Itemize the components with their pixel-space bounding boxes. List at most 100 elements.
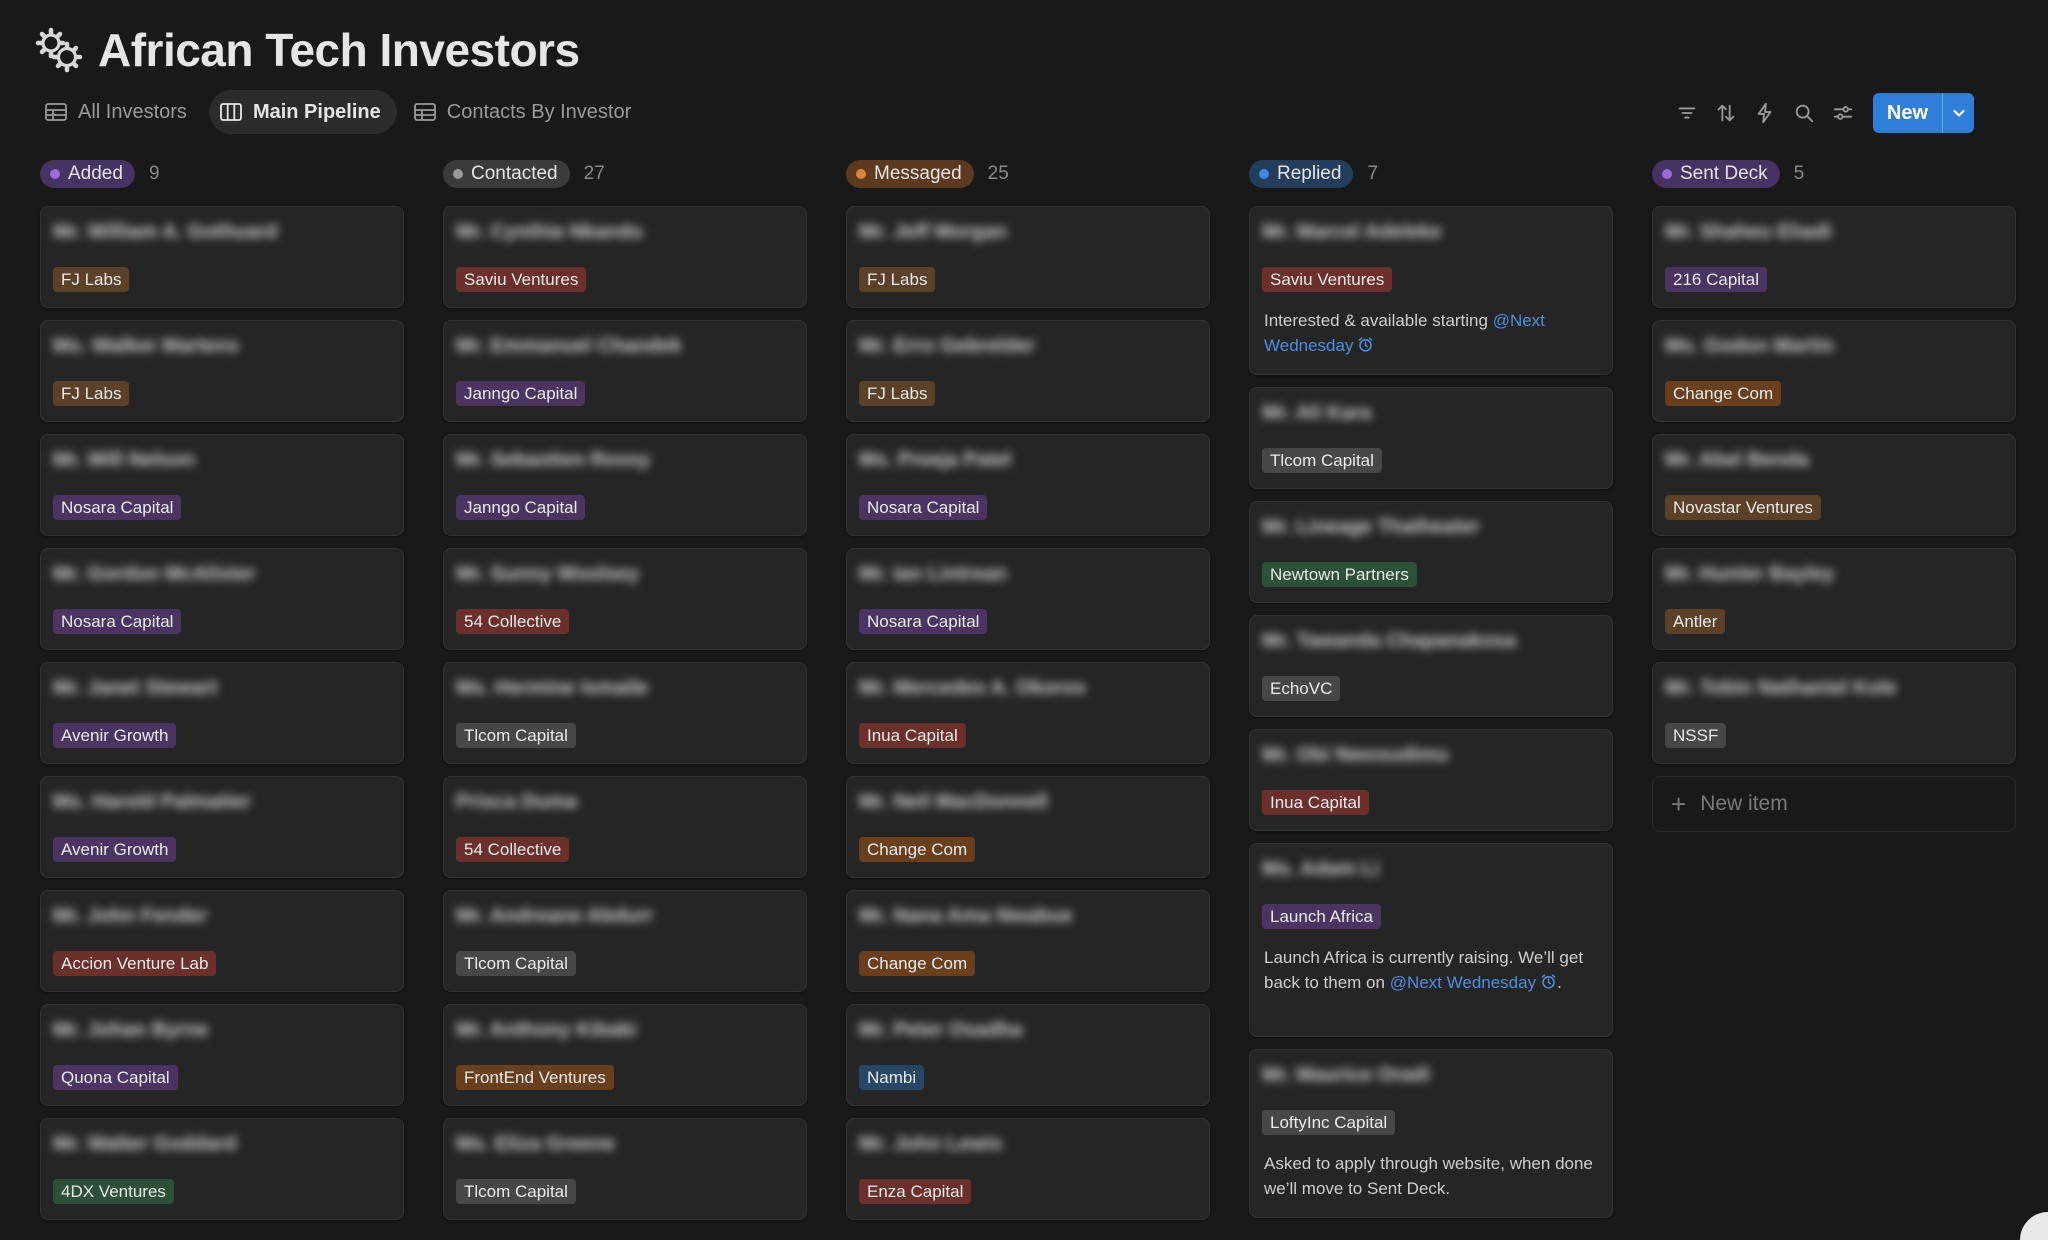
tab-all-investors[interactable]: All Investors [34,90,203,134]
automation-button[interactable] [1749,97,1781,129]
investor-tag: Change Com [1665,381,1782,406]
gears-icon [35,27,83,73]
investor-tag: EchoVC [1262,676,1341,701]
card-title: Mr. Janet Stewart [53,677,218,699]
kanban-card[interactable]: Mr. Mercedes A. Okoros Inua Capital [846,662,1210,764]
search-button[interactable] [1788,97,1820,129]
kanban-card[interactable]: Mr. Johan Byrne Quona Capital [40,1004,404,1106]
investor-tag: FJ Labs [53,381,130,406]
kanban-card[interactable]: Mr. Erro Gebrelder FJ Labs [846,320,1210,422]
chevron-down-icon [1952,109,1965,117]
plus-icon: + [1671,788,1687,819]
kanban-board: Added 9 Mr. William A. Gothuard FJ Labs Ms. … [40,158,2048,1240]
investor-tag: Nosara Capital [53,609,182,634]
kanban-card[interactable]: Ms. Adam Li Launch Africa Launch Africa is… [1249,843,1613,1037]
new-button[interactable]: New [1873,93,1942,133]
card-title: Ms. Harold Palmatier [53,791,251,813]
date-mention[interactable]: @Next Wednesday [1390,973,1557,992]
kanban-card[interactable]: Ms. Walker Martens FJ Labs [40,320,404,422]
status-pill[interactable]: Added [40,160,135,188]
kanban-card[interactable]: Mr. Shaheu Ehadi 216 Capital [1652,206,2016,308]
status-label: Replied [1277,163,1342,184]
kanban-card[interactable]: Mr. Marcel Adeleke Saviu Ventures Interest… [1249,206,1613,375]
kanban-card[interactable]: Mr. Tawanda Chapanakosa EchoVC [1249,615,1613,717]
investor-tag: Janngo Capital [456,495,586,520]
card-note: Asked to apply through website, when don… [1264,1154,1593,1198]
investor-tag: Change Com [859,837,976,862]
status-pill[interactable]: Replied [1249,160,1354,188]
kanban-card[interactable]: Mr. Cynthia Nkandu Saviu Ventures [443,206,807,308]
card-title: Ms. Adam Li [1262,858,1380,880]
card-title: Mr. Hunter Bayley [1665,563,1834,585]
kanban-card[interactable]: Mr. Jeff Morgan FJ Labs [846,206,1210,308]
investor-tag: 4DX Ventures [53,1179,174,1204]
status-pill[interactable]: Messaged [846,160,974,188]
page-header: African Tech Investors [34,20,580,80]
kanban-card[interactable]: Mr. Neil MacDonnell Change Com [846,776,1210,878]
card-title: Mr. Mercedes A. Okoros [859,677,1087,699]
kanban-card[interactable]: Mr. Lineage Thatheater Newtown Partners [1249,501,1613,603]
kanban-card[interactable]: Mr. Gordon McAlister Nosara Capital [40,548,404,650]
kanban-card[interactable]: Mr. Anthony Kibaki FrontEnd Ventures [443,1004,807,1106]
kanban-card[interactable]: Prisca Duma 54 Collective [443,776,807,878]
kanban-card[interactable]: Mr. Janet Stewart Avenir Growth [40,662,404,764]
kanban-card[interactable]: Mr. Obi Nwosudimu Inua Capital [1249,729,1613,831]
status-label: Sent Deck [1680,163,1768,184]
kanban-card[interactable]: Mr. Ali Kara Tlcom Capital [1249,387,1613,489]
new-dropdown-button[interactable] [1942,93,1974,133]
investor-tag: Antler [1665,609,1726,634]
card-title: Mr. Abel Benda [1665,449,1809,471]
kanban-card[interactable]: Mr. Hunter Bayley Antler [1652,548,2016,650]
sort-button[interactable] [1710,97,1742,129]
investor-tag: Quona Capital [53,1065,178,1090]
kanban-card[interactable]: Mr. John Fender Accion Venture Lab [40,890,404,992]
kanban-card[interactable]: Ms. Preeja Patel Nosara Capital [846,434,1210,536]
tab-contacts-by-investor[interactable]: Contacts By Investor [403,90,648,134]
settings-button[interactable] [1827,97,1859,129]
kanban-card[interactable]: Mr. Abel Benda Novastar Ventures [1652,434,2016,536]
kanban-card[interactable]: Ms. Godon Martin Change Com [1652,320,2016,422]
card-title: Mr. Nana Ama Nwabue [859,905,1073,927]
kanban-card[interactable]: Ms. Hermine Ismaile Tlcom Capital [443,662,807,764]
status-label: Contacted [471,163,558,184]
kanban-card[interactable]: Ms. Harold Palmatier Avenir Growth [40,776,404,878]
card-title: Mr. Peter Osadha [859,1019,1023,1041]
filter-button[interactable] [1671,97,1703,129]
card-title: Ms. Eliza Greene [456,1133,615,1155]
card-title: Mr. Erro Gebrelder [859,335,1035,357]
investor-tag: Saviu Ventures [456,267,587,292]
board-column-contacted: Contacted 27 Mr. Cynthia Nkandu Saviu Ventu… [443,158,807,1220]
card-title: Mr. Obi Nwosudimu [1262,744,1449,766]
kanban-card[interactable]: Mr. Sebastien Rossy Janngo Capital [443,434,807,536]
new-item-button[interactable]: + New item [1652,776,2016,832]
board-column-added: Added 9 Mr. William A. Gothuard FJ Labs Ms. … [40,158,404,1220]
alarm-icon [1541,974,1556,989]
investor-tag: NSSF [1665,723,1727,748]
investor-tag: Tlcom Capital [456,1179,576,1204]
card-title: Mr. Tobin Nathaniel Kole [1665,677,1897,699]
kanban-card[interactable]: Mr. Andreane Abdurr Tlcom Capital [443,890,807,992]
investor-tag: Nosara Capital [53,495,182,520]
tab-main-pipeline[interactable]: Main Pipeline [208,90,397,134]
kanban-card[interactable]: Mr. Maurice Oradi LoftyInc Capital Asked t… [1249,1049,1613,1218]
status-pill[interactable]: Sent Deck [1652,160,1780,188]
table-icon [45,103,67,121]
kanban-card[interactable]: Mr. Walter Goddard 4DX Ventures [40,1118,404,1220]
kanban-card[interactable]: Mr. John Lewis Enza Capital [846,1118,1210,1220]
card-title: Ms. Hermine Ismaile [456,677,649,699]
kanban-card[interactable]: Mr. Tobin Nathaniel Kole NSSF [1652,662,2016,764]
investor-tag: Inua Capital [859,723,966,748]
investor-tag: Saviu Ventures [1262,267,1393,292]
kanban-card[interactable]: Mr. Nana Ama Nwabue Change Com [846,890,1210,992]
kanban-card[interactable]: Ms. Eliza Greene Tlcom Capital [443,1118,807,1220]
kanban-card[interactable]: Mr. Sunny Woolsey 54 Collective [443,548,807,650]
tab-label: Contacts By Investor [446,100,632,123]
investor-tag: Nosara Capital [859,495,988,520]
kanban-card[interactable]: Mr. Peter Osadha Nambi [846,1004,1210,1106]
kanban-card[interactable]: Mr. Ian Lintrean Nosara Capital [846,548,1210,650]
kanban-card[interactable]: Mr. Will Nelson Nosara Capital [40,434,404,536]
kanban-card[interactable]: Mr. William A. Gothuard FJ Labs [40,206,404,308]
status-label: Added [68,163,123,184]
status-pill[interactable]: Contacted [443,160,570,188]
kanban-card[interactable]: Mr. Emmanuel Chandek Janngo Capital [443,320,807,422]
